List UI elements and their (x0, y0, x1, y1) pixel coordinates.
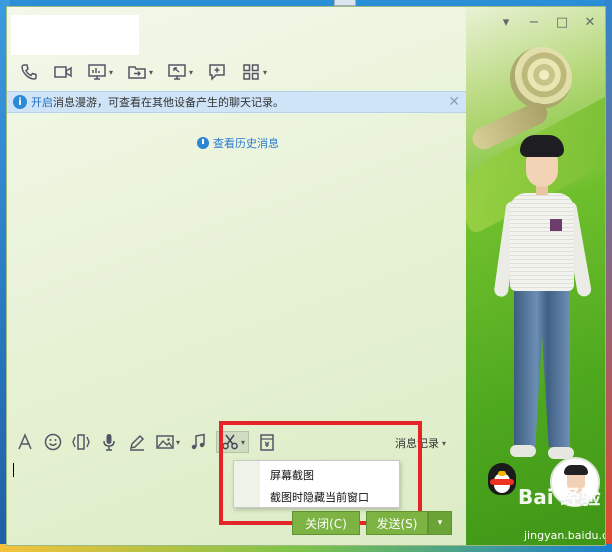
chevron-down-icon[interactable]: ▾ (263, 68, 267, 77)
chevron-down-icon[interactable]: ▾ (109, 68, 113, 77)
text-cursor (13, 463, 14, 477)
figure-shirt (510, 193, 574, 291)
chat-window: ▾ ▾ ▾ ▾ i 开启 消息漫游，可查看在其他设备产生的聊天记录。 ✕ 查看历… (6, 6, 606, 546)
window-controls: ▾ − □ ✕ (499, 15, 597, 30)
figure-jeans (514, 287, 570, 447)
annotation-highlight-box (219, 421, 422, 525)
snail-decoration (510, 47, 572, 109)
avatar-show-figure (493, 135, 593, 475)
chevron-down-icon[interactable]: ▾ (189, 68, 193, 77)
figure-shoe (510, 445, 536, 457)
pen-icon[interactable] (127, 431, 147, 453)
close-icon[interactable]: ✕ (448, 94, 460, 110)
chevron-down-icon: ▾ (442, 438, 447, 448)
remote-desktop-icon[interactable]: ▾ (165, 61, 195, 83)
emoji-icon[interactable] (43, 431, 63, 453)
notice-text: 消息漫游，可查看在其他设备产生的聊天记录。 (53, 96, 284, 109)
message-plus-icon[interactable] (205, 61, 229, 83)
apps-grid-icon[interactable]: ▾ (239, 61, 269, 83)
close-window-icon[interactable]: ✕ (583, 15, 597, 30)
chat-area: ▾ ▾ ▾ ▾ i 开启 消息漫游，可查看在其他设备产生的聊天记录。 ✕ 查看历… (7, 7, 466, 545)
figure-hair (520, 135, 564, 157)
top-toolbar: ▾ ▾ ▾ ▾ (17, 61, 269, 83)
figure-pocket (550, 219, 562, 231)
penguin-beak (498, 471, 506, 476)
contact-name-redacted (11, 15, 139, 55)
baidu-watermark-url: jingyan.baidu.com (524, 529, 605, 542)
maximize-icon[interactable]: □ (555, 15, 569, 30)
avatar-hair (564, 465, 588, 475)
file-transfer-icon[interactable]: ▾ (125, 61, 155, 83)
menu-chevron-icon[interactable]: ▾ (499, 15, 513, 30)
send-button[interactable]: 发送(S) (366, 511, 428, 535)
close-button[interactable]: 关闭(C) (292, 511, 360, 535)
voice-icon[interactable] (99, 431, 119, 453)
roaming-notice-bar: i 开启 消息漫游，可查看在其他设备产生的聊天记录。 ✕ (7, 91, 466, 113)
shake-icon[interactable] (71, 431, 91, 453)
penguin-scarf (490, 479, 514, 485)
enable-roaming-link[interactable]: 开启 (31, 94, 53, 110)
clock-icon (197, 137, 209, 149)
screen-share-icon[interactable]: ▾ (85, 61, 115, 83)
phone-icon[interactable] (17, 61, 41, 83)
video-icon[interactable] (51, 61, 75, 83)
image-icon[interactable]: ▾ (155, 431, 180, 453)
profile-show-panel: Bai 经验 jingyan.baidu.com (466, 7, 605, 545)
music-icon[interactable] (188, 431, 208, 453)
font-icon[interactable] (15, 431, 35, 453)
view-history-label: 查看历史消息 (213, 137, 279, 150)
send-options-button[interactable]: ▾ (428, 511, 452, 535)
info-icon: i (13, 95, 27, 109)
view-history-link[interactable]: 查看历史消息 (197, 135, 279, 151)
minimize-icon[interactable]: − (527, 15, 541, 30)
qq-penguin-icon (484, 459, 520, 499)
chevron-down-icon[interactable]: ▾ (176, 438, 180, 447)
chevron-down-icon[interactable]: ▾ (149, 68, 153, 77)
baidu-watermark: Bai 经验 (518, 485, 601, 509)
